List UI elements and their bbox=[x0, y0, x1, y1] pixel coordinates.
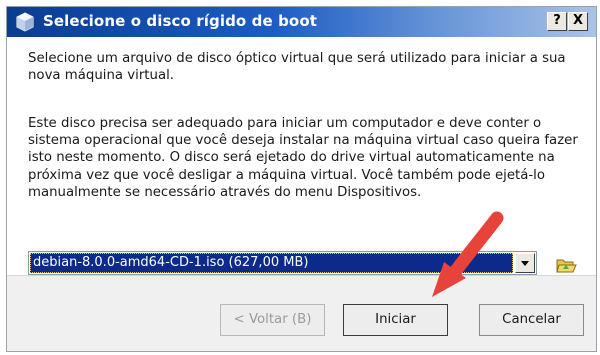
description-text: Este disco precisa ser adequado para ini… bbox=[28, 116, 578, 200]
disk-select-value[interactable]: debian-8.0.0-amd64-CD-1.iso (627,00 MB) bbox=[30, 253, 513, 273]
cancel-button[interactable]: Cancelar bbox=[479, 304, 584, 336]
disk-select[interactable]: debian-8.0.0-amd64-CD-1.iso (627,00 MB) bbox=[28, 251, 537, 275]
button-bar: < Voltar (B) Iniciar Cancelar bbox=[7, 275, 596, 351]
help-button[interactable]: ? bbox=[547, 12, 567, 31]
close-button[interactable]: X bbox=[568, 12, 588, 31]
start-button[interactable]: Iniciar bbox=[343, 304, 448, 336]
dialog-window: Selecione o disco rígido de boot ? X Sel… bbox=[6, 6, 597, 352]
dialog-title: Selecione o disco rígido de boot bbox=[43, 12, 317, 30]
virtualbox-icon bbox=[16, 12, 34, 32]
folder-open-icon[interactable] bbox=[555, 255, 577, 275]
chevron-down-icon[interactable] bbox=[515, 253, 535, 273]
dialog-content: Selecione um arquivo de disco óptico vir… bbox=[7, 37, 596, 275]
back-button[interactable]: < Voltar (B) bbox=[220, 304, 325, 336]
instruction-text: Selecione um arquivo de disco óptico vir… bbox=[28, 51, 566, 84]
title-bar: Selecione o disco rígido de boot ? X bbox=[7, 7, 596, 37]
